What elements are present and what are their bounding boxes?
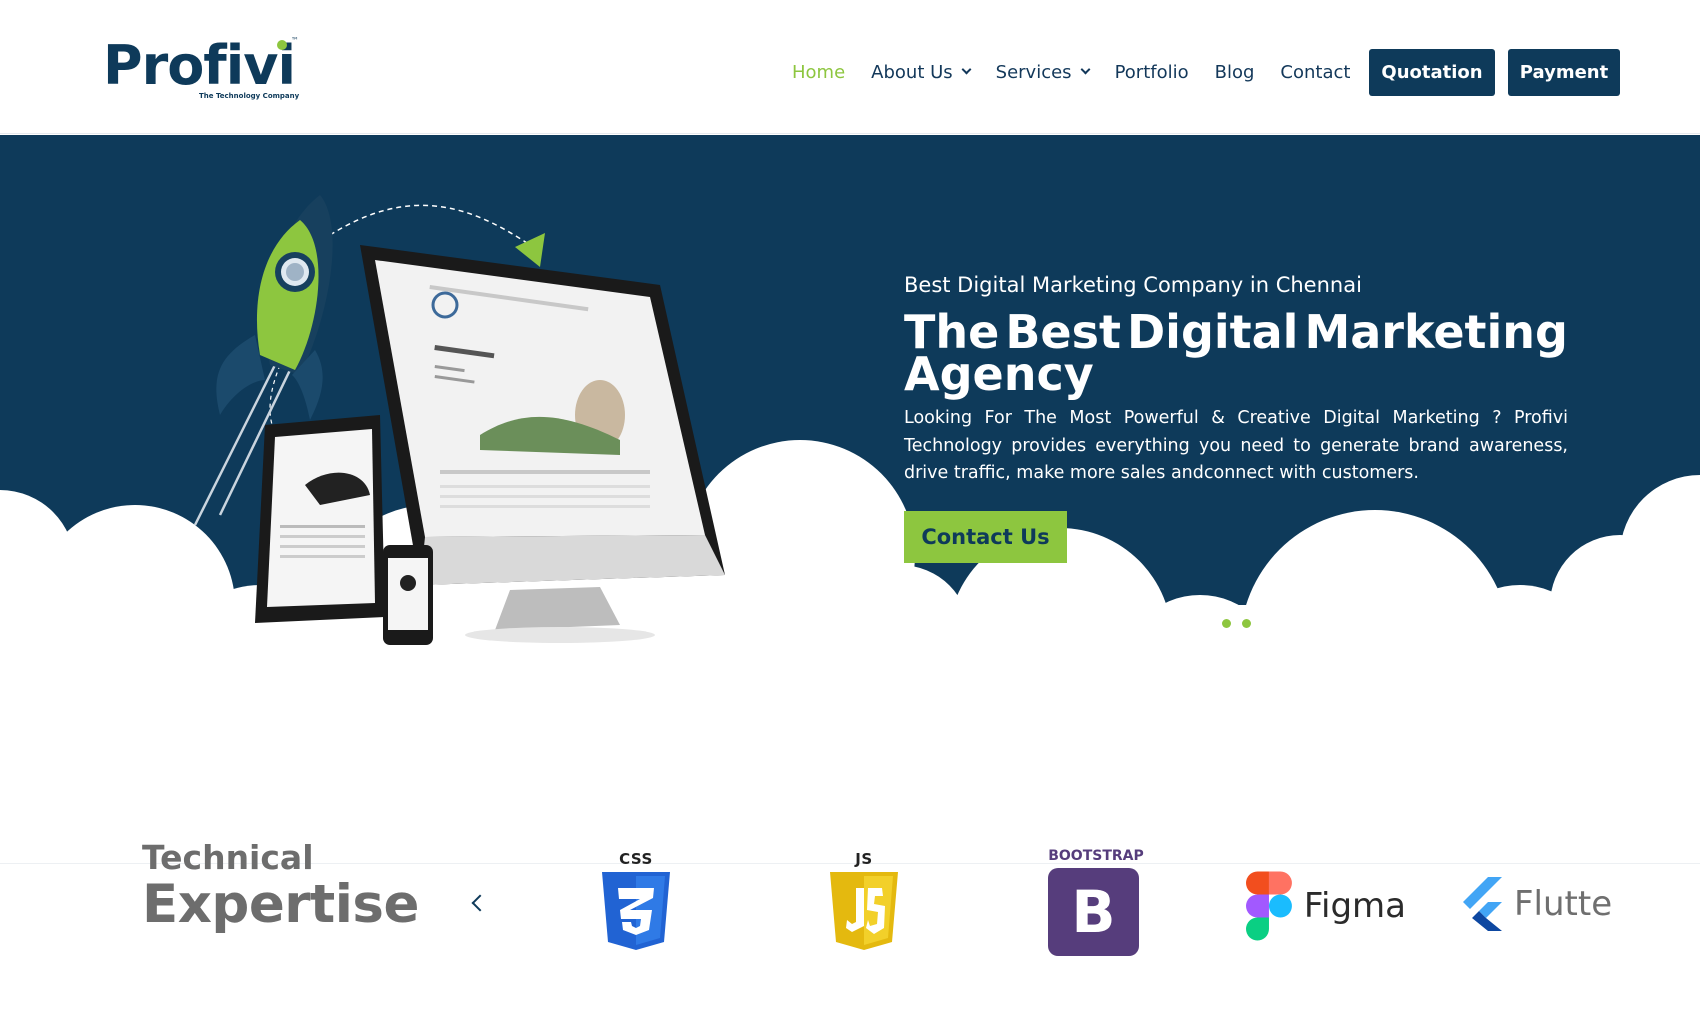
bootstrap-label: BOOTSTRAP: [1048, 848, 1144, 864]
js-label: JS: [855, 850, 873, 868]
flutter-icon: [1463, 877, 1502, 931]
hero-description: Looking For The Most Powerful & Creative…: [904, 408, 1568, 483]
logo-trademark: ™: [291, 36, 299, 45]
slider-dot-1[interactable]: [1222, 619, 1231, 628]
nav-item-about-us[interactable]: About Us: [871, 61, 972, 83]
figma-label: Figma: [1303, 886, 1406, 926]
css-label: CSS: [619, 850, 653, 868]
nav-item-home[interactable]: Home: [792, 62, 845, 83]
hero-title-word: Digital: [1127, 305, 1299, 359]
nav-item-services[interactable]: Services: [995, 61, 1091, 83]
tech-logo-bootstrap: BOOTSTRAP B: [1040, 848, 1152, 960]
phone-icon: [383, 545, 433, 645]
nav-label-blog: Blog: [1214, 61, 1255, 83]
payment-button[interactable]: Payment: [1508, 49, 1620, 96]
carousel-prev-arrow[interactable]: [466, 888, 490, 918]
nav-label-contact: Contact: [1280, 61, 1351, 83]
main-nav: Home About Us Services Portfolio Blog Co…: [792, 48, 1376, 96]
logo-dot: [277, 40, 287, 50]
nav-item-portfolio[interactable]: Portfolio: [1115, 62, 1189, 83]
slider-dot-2[interactable]: [1242, 619, 1251, 628]
js-icon: [830, 872, 898, 950]
nav-item-contact[interactable]: Contact: [1280, 62, 1350, 83]
hero-illustration: [193, 195, 725, 645]
hero-title-word: Marketing: [1304, 305, 1568, 359]
hero-title: The Best Digital Marketing Agency: [904, 305, 1568, 401]
site-header: Profivi ™ The Technology Company Home Ab…: [0, 0, 1700, 134]
nav-label-home: Home: [792, 61, 846, 83]
tablet-icon: [255, 415, 385, 623]
brand-logo[interactable]: Profivi ™ The Technology Company: [103, 36, 303, 106]
hero-section: Best Digital Marketing Company in Chenna…: [0, 135, 1700, 695]
bootstrap-icon: B: [1048, 868, 1139, 956]
tech-logo-flutter: Flutte: [1460, 876, 1625, 932]
tech-logo-figma: Figma: [1246, 870, 1406, 942]
chevron-down-icon: [1080, 64, 1091, 75]
chevron-down-icon: [961, 64, 972, 75]
tech-title-large: Expertise: [142, 874, 419, 935]
figma-icon: [1246, 871, 1292, 941]
rocket-icon: [216, 195, 333, 420]
dashed-arc: [329, 204, 531, 246]
flutter-label: Flutte: [1514, 884, 1613, 924]
hero-title-line2: Agency: [904, 347, 1094, 401]
contact-us-button[interactable]: Contact Us: [904, 511, 1067, 563]
tech-logo-css: CSS: [598, 850, 674, 958]
tech-title-small: Technical: [142, 838, 314, 877]
nav-label-services: Services: [995, 61, 1072, 83]
brand-tagline: The Technology Company: [199, 92, 300, 100]
nav-item-blog[interactable]: Blog: [1215, 62, 1255, 83]
hero-subtitle: Best Digital Marketing Company in Chenna…: [904, 273, 1362, 297]
css3-icon: [602, 872, 670, 950]
quotation-button[interactable]: Quotation: [1369, 49, 1495, 96]
brand-name: Profivi: [103, 34, 296, 97]
nav-label-about-us: About Us: [871, 61, 953, 83]
nav-label-portfolio: Portfolio: [1114, 61, 1189, 83]
tech-logo-js: JS: [826, 850, 902, 958]
